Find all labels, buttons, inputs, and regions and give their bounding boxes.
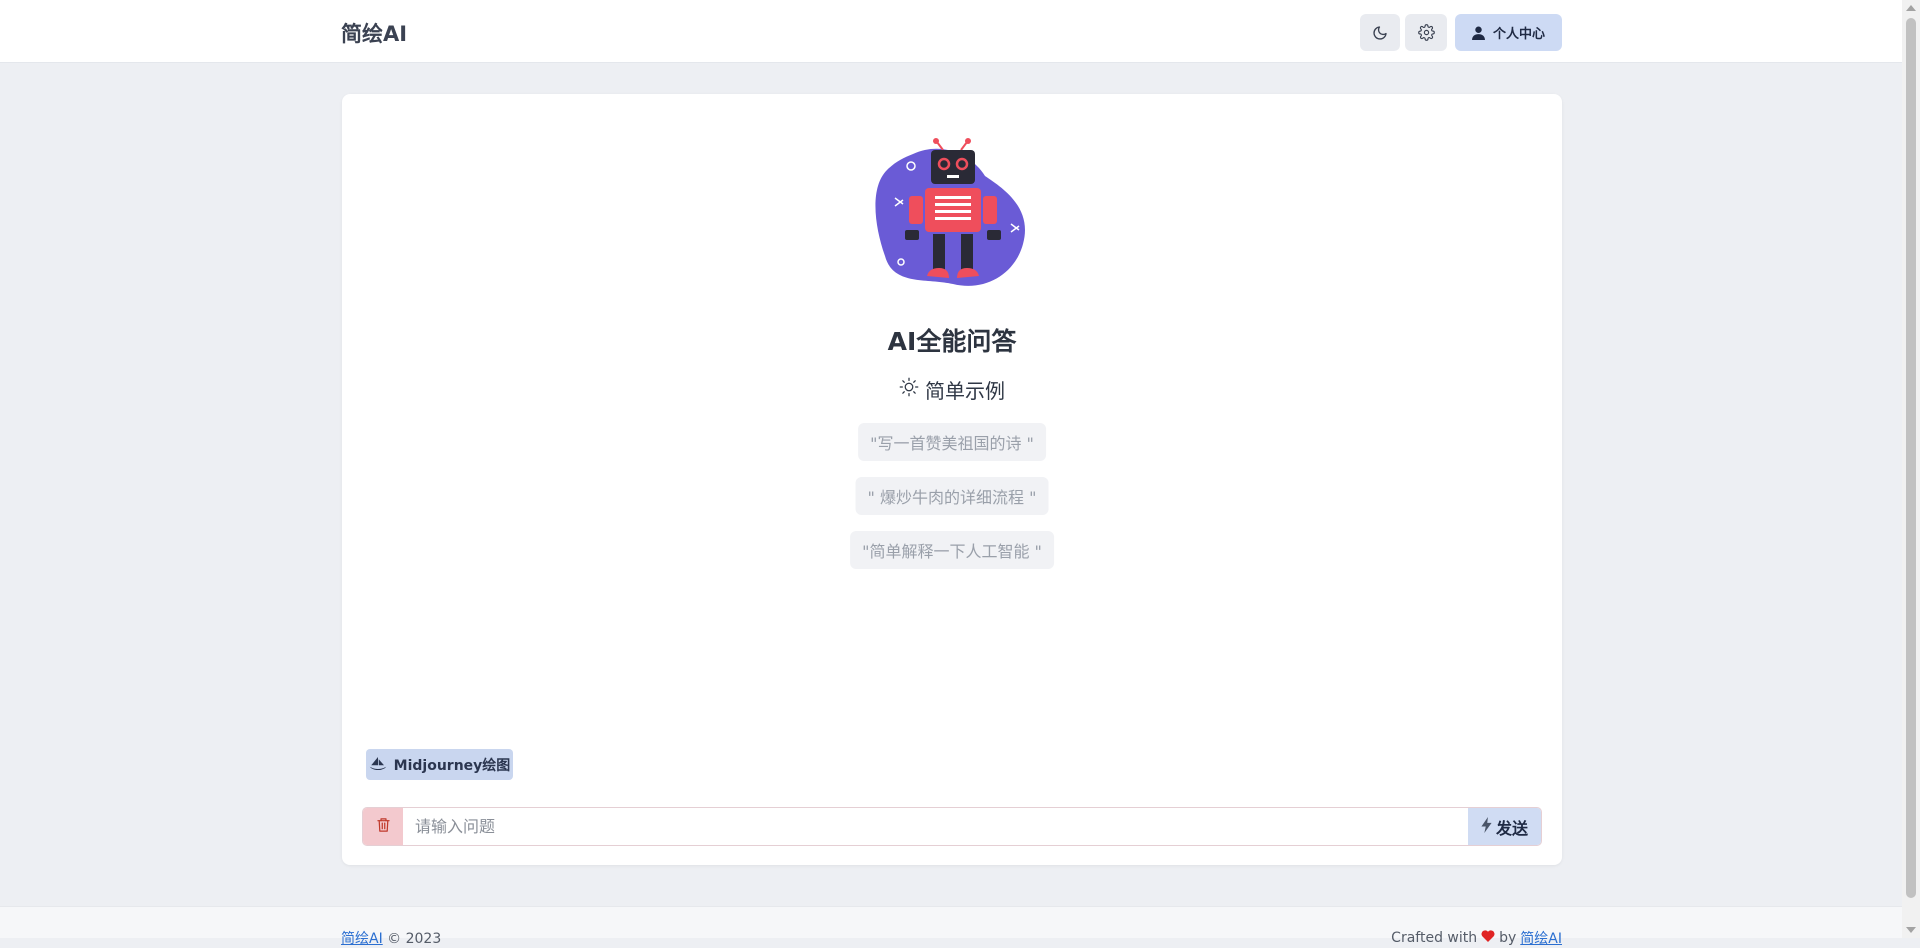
crafted-with-text: Crafted with (1391, 930, 1478, 946)
user-center-label: 个人中心 (1492, 27, 1545, 42)
footer-credits: Crafted with by 简绘AI (1391, 928, 1562, 948)
heart-icon (1481, 930, 1495, 946)
chat-card: AI全能问答 简单示例 "写一首赞美祖国的诗 " " 爆炒牛肉的详细流程 " "… (342, 94, 1562, 865)
midjourney-button[interactable]: Midjourney绘图 (366, 749, 513, 780)
example-prompt[interactable]: " 爆炒牛肉的详细流程 " (855, 477, 1049, 515)
copyright-text: © 2023 (387, 931, 442, 947)
by-text: by (1499, 930, 1517, 946)
brand-logo[interactable]: 简绘AI (341, 18, 407, 48)
settings-button[interactable] (1405, 14, 1447, 51)
user-center-button[interactable]: 个人中心 (1455, 14, 1562, 51)
footer-copyright: 简绘AI © 2023 (341, 928, 441, 948)
bolt-icon (1481, 816, 1492, 837)
question-input[interactable] (403, 808, 1468, 845)
page-scrollbar[interactable] (1902, 0, 1920, 938)
scroll-thumb[interactable] (1906, 18, 1916, 898)
example-prompt[interactable]: "简单解释一下人工智能 " (850, 531, 1054, 569)
gear-icon (1417, 24, 1435, 41)
top-navbar: 简绘AI 个人中心 (0, 0, 1902, 63)
scroll-up-arrow-icon[interactable] (1906, 5, 1916, 11)
example-prompt[interactable]: "写一首赞美祖国的诗 " (858, 423, 1046, 461)
send-label: 发送 (1495, 818, 1528, 838)
footer-brand-link[interactable]: 简绘AI (341, 931, 383, 947)
examples-heading-label: 简单示例 (925, 379, 1005, 403)
theme-toggle-button[interactable] (1360, 14, 1400, 51)
page-title: AI全能问答 (887, 327, 1017, 356)
sailboat-icon (369, 756, 387, 774)
user-icon (1472, 26, 1485, 40)
sun-icon (899, 377, 919, 402)
clear-button[interactable] (363, 808, 403, 845)
send-button[interactable]: 发送 (1468, 808, 1541, 845)
footer-author-link[interactable]: 简绘AI (1520, 928, 1562, 948)
trash-icon (376, 817, 391, 837)
moon-icon (1372, 25, 1388, 41)
robot-illustration (873, 136, 1033, 292)
midjourney-label: Midjourney绘图 (393, 757, 511, 774)
question-bar: 发送 (362, 807, 1542, 846)
footer: 简绘AI © 2023 Crafted with by 简绘AI (0, 906, 1902, 947)
scroll-down-arrow-icon[interactable] (1906, 927, 1916, 933)
examples-heading: 简单示例 (342, 375, 1562, 404)
